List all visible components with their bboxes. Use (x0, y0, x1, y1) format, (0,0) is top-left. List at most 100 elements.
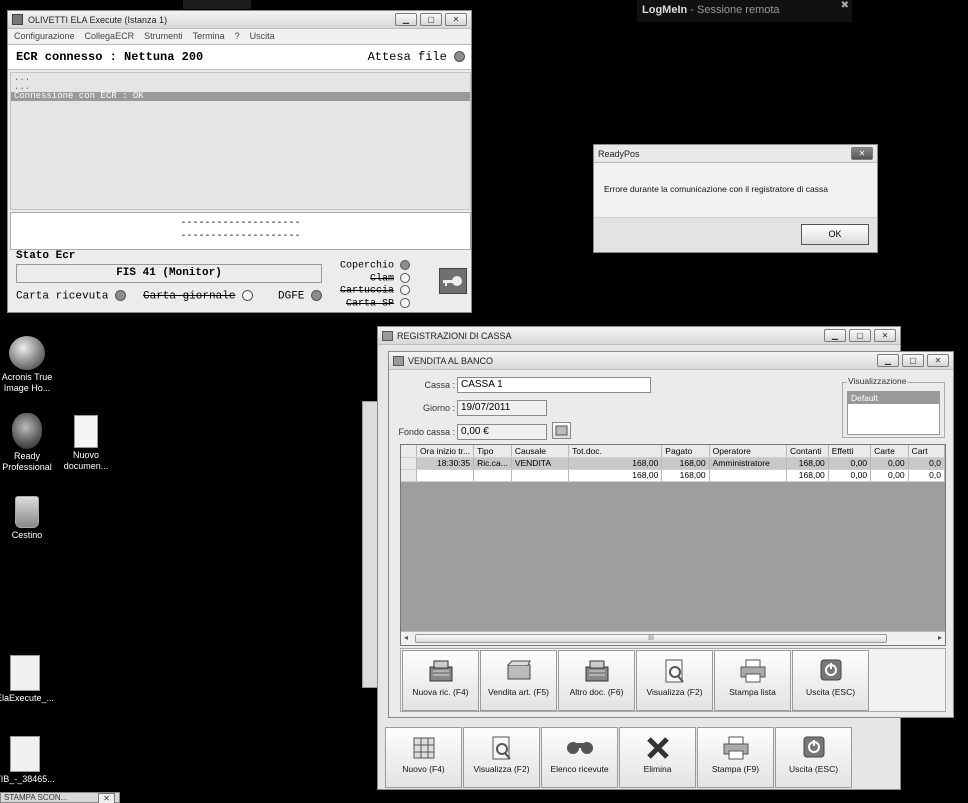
table-cell: Amministratore (709, 457, 787, 470)
minimize-button[interactable]: ▁ (877, 354, 899, 367)
fis-status-box: FIS 41 (Monitor) (16, 264, 322, 283)
ela-log: ... ... Connessione con ECR : OK (10, 72, 471, 210)
uscita-button[interactable]: Uscita (ESC) (792, 650, 869, 711)
printer-icon (740, 659, 765, 683)
giorno-label: Giorno : (422, 403, 455, 413)
close-button[interactable]: ✕ (874, 329, 896, 342)
dialog-message: Errore durante la comunicazione con il r… (604, 184, 828, 194)
documents-grid: Ora inizio tr... Tipo Causale Tot.doc. P… (400, 444, 946, 646)
column-header[interactable]: Operatore (709, 445, 787, 458)
column-header[interactable]: Effetti (828, 445, 872, 458)
recycle-bin-icon (15, 496, 39, 528)
display-line: -------------------- (180, 231, 301, 242)
key-icon[interactable] (439, 268, 467, 294)
clam-label: Clam (370, 273, 395, 285)
elimina-button[interactable]: Elimina (619, 727, 696, 788)
scrollbar-thumb[interactable]: III (415, 634, 887, 643)
fondo-cassa-field[interactable]: 0,00 € (457, 424, 547, 440)
fondo-cassa-edit-button[interactable] (552, 422, 571, 439)
scroll-right-icon[interactable]: ▸ (938, 633, 942, 642)
dialog-ok-button[interactable]: OK (801, 224, 869, 245)
visualizzazione-group: Visualizzazione Default (842, 376, 945, 438)
menu-uscita[interactable]: Uscita (250, 31, 275, 41)
visualizzazione-list[interactable]: Default (847, 391, 940, 435)
scroll-left-icon[interactable]: ◂ (404, 633, 408, 642)
taskbar-item-stampa-scontrino[interactable]: STAMPA SCON... ✕ (0, 792, 120, 803)
visualizzazione-default-item[interactable]: Default (848, 392, 939, 404)
desktop-icon-elaexecute-pdf[interactable]: ElaExecute_... (0, 655, 57, 704)
visualizza-button[interactable]: Visualizza (F2) (636, 650, 713, 711)
column-header[interactable]: Pagato (661, 445, 710, 458)
total-cell: 0,00 (870, 469, 909, 482)
note-icon (555, 425, 568, 436)
taskbar-close-icon[interactable]: ✕ (98, 793, 115, 803)
taskbar-item-label: STAMPA SCON... (4, 793, 68, 802)
desktop-icon-acronis[interactable]: Acronis True Image Ho... (0, 336, 59, 394)
visualizza-button[interactable]: Visualizza (F2) (463, 727, 540, 788)
stampa-lista-button[interactable]: Stampa lista (714, 650, 791, 711)
log-line: ... (14, 73, 31, 83)
maximize-button[interactable]: ▢ (849, 329, 871, 342)
menu-termina[interactable]: Termina (193, 31, 225, 41)
dgfe-led (311, 290, 323, 301)
table-header-row: Ora inizio tr... Tipo Causale Tot.doc. P… (401, 445, 945, 458)
menu-strumenti[interactable]: Strumenti (144, 31, 183, 41)
stampa-button[interactable]: Stampa (F9) (697, 727, 774, 788)
column-header[interactable]: Causale (511, 445, 570, 458)
elenco-ricevute-button[interactable]: Elenco ricevute (541, 727, 618, 788)
nuovo-button[interactable]: Nuovo (F4) (385, 727, 462, 788)
registrazioni-title: REGISTRAZIONI DI CASSA (397, 330, 512, 341)
table-cell: Ric.ca... (473, 457, 512, 470)
ela-title: OLIVETTI ELA Execute (Istanza 1) (28, 14, 168, 25)
column-header[interactable]: Tot.doc. (568, 445, 663, 458)
log-line-selected: Connessione con ECR : OK (11, 92, 470, 101)
maximize-button[interactable]: ▢ (902, 354, 924, 367)
dgfe-label: DGFE (278, 290, 305, 303)
stato-ecr-label: Stato Ecr (16, 250, 76, 262)
column-header[interactable]: Carte (870, 445, 909, 458)
vendita-titlebar[interactable]: VENDITA AL BANCO ▁ ▢ ✕ (389, 352, 953, 370)
altro-documento-button[interactable]: Altro doc. (F6) (558, 650, 635, 711)
printer-status-list: Coperchio Clam Cartuccia Carta SP (340, 260, 411, 311)
visualizza-label: Visualizza (F2) (473, 764, 530, 774)
dialog-titlebar[interactable]: ReadyPos ✕ (594, 145, 877, 163)
table-cell: 0,00 (870, 457, 909, 470)
giorno-field[interactable]: 19/07/2011 (457, 400, 547, 416)
pdf-document-icon (10, 736, 40, 772)
desktop-icon-ready-professional[interactable]: Ready Professional (0, 413, 59, 473)
cassa-field[interactable]: CASSA 1 (457, 377, 651, 393)
nuova-ricevuta-button[interactable]: Nuova ric. (F4) (402, 650, 479, 711)
column-header[interactable]: Cart (908, 445, 945, 458)
column-header[interactable]: Ora inizio tr... (416, 445, 475, 458)
menu-configurazione[interactable]: Configurazione (14, 31, 75, 41)
maximize-button[interactable]: ▢ (420, 13, 442, 26)
delete-x-icon (646, 737, 669, 759)
minimize-button[interactable]: ▁ (824, 329, 846, 342)
dialog-close-button[interactable]: ✕ (851, 147, 873, 160)
dialog-ok-label: OK (828, 229, 842, 239)
carta-giornale-label: Carta giornale (143, 290, 236, 303)
menu-collegaecr[interactable]: CollegaECR (85, 31, 135, 41)
menu-help[interactable]: ? (235, 31, 240, 41)
registrazioni-titlebar[interactable]: REGISTRAZIONI DI CASSA ▁ ▢ ✕ (378, 327, 900, 345)
minimize-button[interactable]: ▁ (395, 13, 417, 26)
display-line: -------------------- (180, 218, 301, 229)
close-button[interactable]: ✕ (927, 354, 949, 367)
elenco-ricevute-label: Elenco ricevute (550, 764, 609, 774)
desktop-icon-cestino[interactable]: Cestino (0, 496, 59, 541)
ela-titlebar[interactable]: OLIVETTI ELA Execute (Istanza 1) ▁ ▢ ✕ (8, 11, 471, 29)
close-button[interactable]: ✕ (445, 13, 467, 26)
logmein-close-icon[interactable]: ✖ (841, 0, 849, 11)
desktop-icon-nuovo-documento[interactable]: Nuovo documen... (54, 415, 118, 472)
readypos-dialog: ReadyPos ✕ Errore durante la comunicazio… (593, 144, 878, 253)
table-row[interactable]: 18:30:35 Ric.ca... VENDITA 168,00 168,00… (401, 457, 945, 470)
carta-ricevuta-status: Carta ricevuta (16, 290, 127, 302)
column-header[interactable]: Contanti (786, 445, 829, 458)
vendita-articoli-button[interactable]: Vendita art. (F5) (480, 650, 557, 711)
uscita-button[interactable]: Uscita (ESC) (775, 727, 852, 788)
total-cell (511, 469, 570, 482)
row-selector[interactable] (401, 457, 418, 470)
column-header[interactable]: Tipo (473, 445, 512, 458)
desktop-icon-tib-pdf[interactable]: TIB_-_38465... (0, 736, 57, 785)
horizontal-scrollbar[interactable]: ◂ III ▸ (401, 631, 945, 645)
